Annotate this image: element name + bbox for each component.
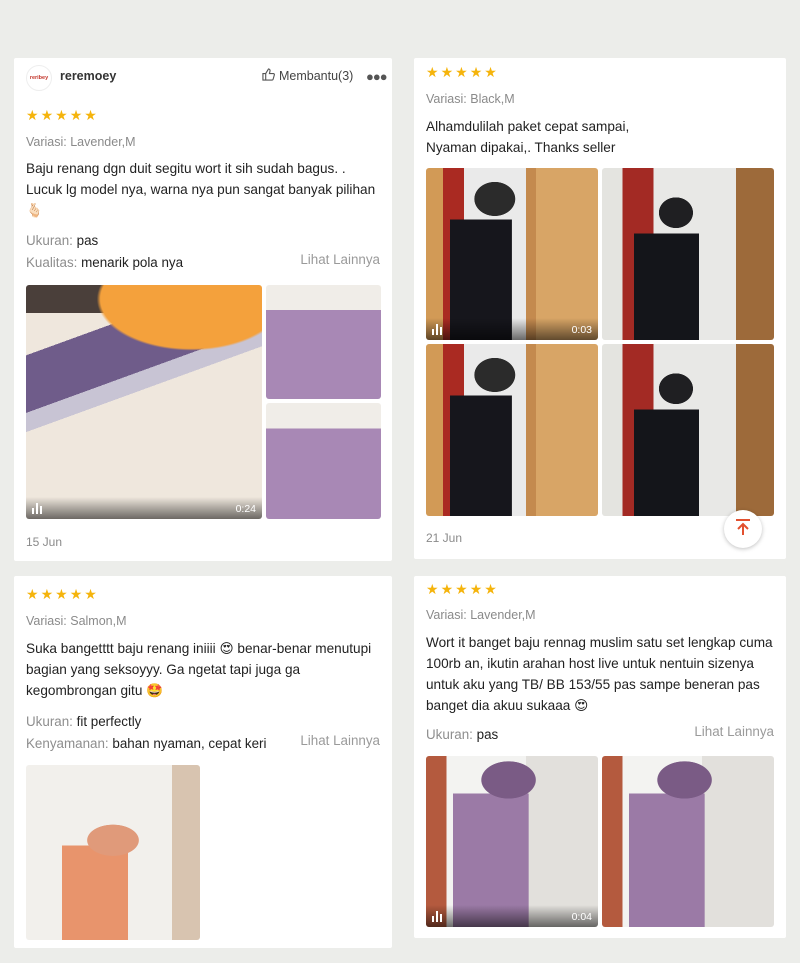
star-icon: ★ (40, 107, 54, 123)
star-icon: ★ (26, 586, 39, 602)
star-icon: ★ (426, 581, 439, 597)
review-text: Baju renang dgn duit segitu wort it sih … (26, 161, 376, 218)
more-dots-icon[interactable]: ●●● (366, 69, 388, 84)
see-more-link[interactable]: Lihat Lainnya (694, 724, 774, 739)
helpful-label: Membantu(3) (279, 69, 354, 83)
attribute-quality: Kualitas: menarik pola nya (26, 252, 183, 273)
star-icon: ★ (55, 107, 68, 123)
arrow-up-to-top-icon (733, 517, 753, 542)
review-photo[interactable] (266, 285, 381, 399)
avatar[interactable]: reribey (26, 65, 52, 91)
review-card-4: ★ ★ ★ ★ ★ Variasi: Lavender,M Wort it banget… (414, 576, 786, 938)
star-rating: ★ ★ ★ ★ ★ (26, 108, 97, 122)
star-icon: ★ (440, 581, 454, 597)
star-icon: ★ (440, 64, 454, 80)
username[interactable]: reremoey (60, 69, 116, 83)
variation-label: Variasi: Black,M (426, 92, 515, 106)
attribute-comfort: Kenyamanan: bahan nyaman, cepat keri (26, 733, 296, 754)
review-card-3: ★ ★ ★ ★ ★ Variasi: Salmon,M Suka bangetttt b… (14, 576, 392, 948)
attribute-key: Ukuran: (426, 727, 473, 742)
review-text: Wort it banget baju rennag muslim satu s… (426, 635, 773, 713)
scroll-to-top-button[interactable] (724, 510, 762, 548)
star-icon: ★ (69, 586, 83, 602)
attribute-key: Kenyamanan: (26, 736, 109, 751)
attribute-size: Ukuran: fit perfectly (26, 711, 141, 732)
star-rating: ★ ★ ★ ★ ★ (426, 582, 497, 596)
attribute-value: pas (476, 727, 499, 742)
star-icon: ★ (455, 581, 468, 597)
star-icon: ★ (40, 586, 54, 602)
star-icon: ★ (469, 581, 483, 597)
review-text: Suka bangetttt baju renang iniiii 😍 bena… (26, 641, 372, 698)
review-video[interactable]: 0:24 (26, 285, 262, 519)
star-rating: ★ ★ ★ ★ ★ (26, 587, 97, 601)
star-icon: ★ (69, 107, 83, 123)
attribute-value: menarik pola nya (81, 255, 184, 270)
video-duration: 0:04 (571, 911, 592, 923)
attribute-value: bahan nyaman, cepat keri (112, 736, 267, 751)
attribute-size: Ukuran: pas (426, 724, 498, 745)
variation-label: Variasi: Lavender,M (426, 608, 536, 622)
star-icon: ★ (455, 64, 468, 80)
attribute-value: pas (76, 233, 99, 248)
review-photo[interactable] (602, 168, 774, 340)
review-photo[interactable] (426, 344, 598, 516)
thumbs-up-icon (262, 68, 275, 84)
video-duration: 0:03 (571, 324, 592, 336)
see-more-link[interactable]: Lihat Lainnya (300, 252, 380, 267)
review-photo[interactable] (26, 765, 200, 940)
video-bars-icon (32, 503, 42, 514)
review-photo[interactable] (602, 344, 774, 516)
review-video[interactable]: 0:03 (426, 168, 598, 340)
variation-label: Variasi: Lavender,M (26, 135, 136, 149)
star-icon: ★ (84, 107, 97, 123)
review-text: Alhamdulilah paket cepat sampai, Nyaman … (426, 119, 630, 155)
star-icon: ★ (26, 107, 39, 123)
star-icon: ★ (55, 586, 68, 602)
video-duration: 0:24 (235, 503, 256, 515)
review-date: 15 Jun (26, 535, 63, 549)
review-card-2: ★ ★ ★ ★ ★ Variasi: Black,M Alhamdulilah pake… (414, 58, 786, 559)
star-icon: ★ (484, 64, 497, 80)
review-photo[interactable] (266, 403, 381, 519)
review-photo[interactable] (602, 756, 774, 927)
attribute-key: Ukuran: (26, 714, 73, 729)
variation-label: Variasi: Salmon,M (26, 614, 127, 628)
review-video[interactable]: 0:04 (426, 756, 598, 927)
attribute-size: Ukuran: pas (26, 230, 98, 251)
review-card-1: reribey reremoey Membantu(3) ●●● ★ ★ ★ ★ ★ V… (14, 58, 392, 561)
attribute-key: Ukuran: (26, 233, 73, 248)
star-icon: ★ (84, 586, 97, 602)
helpful-button[interactable]: Membantu(3) (262, 68, 353, 84)
see-more-link[interactable]: Lihat Lainnya (300, 733, 380, 748)
video-overlay (26, 497, 262, 519)
attribute-value: fit perfectly (76, 714, 142, 729)
avatar-text: reribey (29, 75, 49, 81)
star-icon: ★ (484, 581, 497, 597)
video-bars-icon (432, 911, 442, 922)
star-rating: ★ ★ ★ ★ ★ (426, 65, 497, 79)
star-icon: ★ (426, 64, 439, 80)
review-date: 21 Jun (426, 531, 463, 545)
attribute-key: Kualitas: (26, 255, 78, 270)
star-icon: ★ (469, 64, 483, 80)
video-bars-icon (432, 324, 442, 335)
